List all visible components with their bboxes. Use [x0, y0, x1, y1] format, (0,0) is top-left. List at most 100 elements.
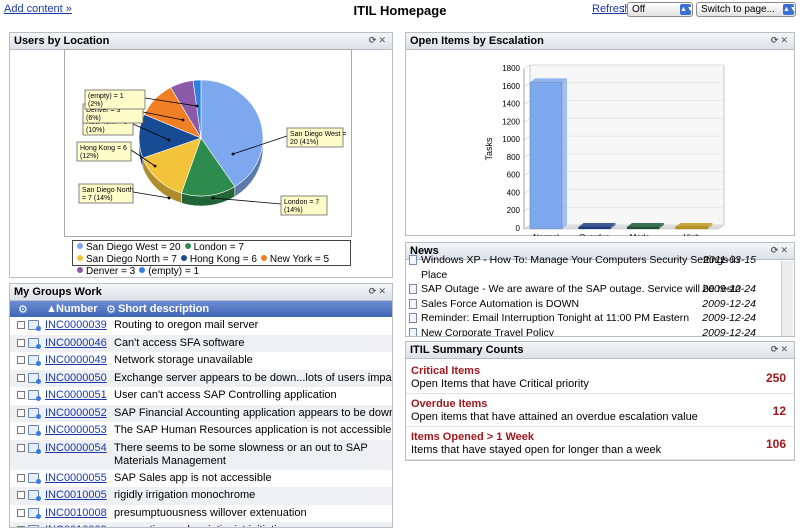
table-row[interactable]: INC0000039 Routing to oregon mail server	[10, 317, 392, 335]
table-row[interactable]: INC0010008 presumptuousness willover exte…	[10, 505, 392, 523]
news-item-title[interactable]: Reminder: Email Interruption Tonight at …	[421, 312, 741, 324]
news-item-title[interactable]: Sales Force Automation is DOWN	[421, 298, 741, 310]
incident-number-link[interactable]: INC0000039	[45, 319, 107, 331]
record-icon[interactable]	[28, 425, 41, 436]
row-checkbox[interactable]	[17, 426, 25, 434]
news-item[interactable]: Reminder: Email Interruption Tonight at …	[406, 311, 782, 326]
incident-number-link[interactable]: INC0000052	[45, 407, 107, 419]
row-checkbox[interactable]	[17, 356, 25, 364]
record-icon[interactable]	[28, 372, 41, 384]
close-icon[interactable]: ✕	[780, 344, 790, 354]
panel-controls[interactable]: ⟳✕	[771, 35, 790, 46]
incident-short-description: SAP Sales app is not accessible	[114, 471, 272, 484]
row-checkbox[interactable]	[17, 408, 25, 417]
incident-number-link[interactable]: INC0000054	[45, 442, 107, 454]
news-scrollbar[interactable]	[781, 261, 793, 336]
incident-number-link[interactable]: INC0000050	[45, 372, 107, 384]
incident-number-link[interactable]: INC0000053	[45, 424, 107, 436]
summary-row[interactable]: Overdue Items Open items that have attain…	[406, 394, 794, 427]
news-item[interactable]: Windows XP - How To: Manage Your Compute…	[406, 253, 782, 268]
table-row[interactable]: INC0000050 Exchange server appears to be …	[10, 369, 392, 387]
document-icon	[409, 255, 417, 265]
bar-overdue[interactable]	[578, 226, 611, 230]
summary-value[interactable]: 250	[766, 371, 786, 385]
summary-description: Items that have stayed open for longer t…	[411, 444, 662, 456]
table-row[interactable]: INC0000052 SAP Financial Accounting appli…	[10, 404, 392, 422]
incident-number-link[interactable]: INC0010008	[45, 507, 107, 519]
record-icon[interactable]	[28, 390, 41, 401]
incident-number-link[interactable]: INC0000051	[45, 389, 107, 401]
document-icon	[409, 313, 417, 323]
bar-high[interactable]	[675, 226, 708, 230]
column-header-short-description[interactable]: Short description	[118, 303, 209, 315]
legend-label: San Diego North = 7	[86, 254, 177, 265]
summary-title[interactable]: Items Opened > 1 Week	[411, 431, 534, 443]
legend-item: San Diego North = 7	[77, 254, 177, 266]
news-item-title[interactable]: SAP Outage - We are aware of the SAP out…	[421, 283, 741, 295]
record-icon[interactable]	[28, 490, 41, 501]
news-item[interactable]: Place	[406, 268, 782, 283]
gear-icon[interactable]: ⚙	[18, 303, 28, 316]
row-checkbox[interactable]	[17, 473, 25, 482]
panel-controls[interactable]: ⟳✕	[771, 344, 790, 355]
table-row[interactable]: INC0000053 The SAP Human Resources applic…	[10, 422, 392, 440]
record-icon[interactable]	[28, 407, 41, 419]
record-icon[interactable]	[28, 337, 41, 349]
bar-top	[627, 223, 665, 227]
record-icon[interactable]	[28, 442, 41, 454]
news-item-title[interactable]: New Corporate Travel Policy	[421, 327, 741, 337]
summary-value[interactable]: 12	[773, 404, 786, 418]
table-row[interactable]: INC0000051 User can't access SAP Controll…	[10, 387, 392, 405]
incident-number-link[interactable]: INC0000055	[45, 472, 107, 484]
news-item-title[interactable]: Windows XP - How To: Manage Your Compute…	[421, 254, 741, 266]
incident-number-link[interactable]: INC0010005	[45, 489, 107, 501]
record-icon[interactable]	[28, 507, 41, 519]
row-checkbox[interactable]	[17, 321, 25, 329]
row-checkbox[interactable]	[17, 508, 25, 517]
row-checkbox[interactable]	[17, 443, 25, 452]
summary-title[interactable]: Overdue Items	[411, 398, 487, 410]
bar-normal[interactable]	[529, 82, 563, 230]
record-icon[interactable]	[28, 320, 41, 331]
column-header-number[interactable]: Number	[56, 303, 98, 315]
table-row[interactable]: INC0010005 rigidly irrigation monochrome	[10, 487, 392, 505]
news-item-title[interactable]: Place	[421, 269, 741, 281]
record-icon[interactable]	[28, 355, 41, 366]
news-item[interactable]: Sales Force Automation is DOWN 2009-12-24	[406, 297, 782, 312]
table-row[interactable]: INC0010009 suggestions subscriptionist in…	[10, 522, 392, 527]
table-row[interactable]: INC0000055 SAP Sales app is not accessibl…	[10, 470, 392, 488]
bar-mode[interactable]	[626, 226, 660, 230]
panel-controls[interactable]: ⟳✕	[369, 35, 388, 46]
table-row[interactable]: INC0000049 Network storage unavailable	[10, 352, 392, 370]
news-item[interactable]: SAP Outage - We are aware of the SAP out…	[406, 282, 782, 297]
incident-short-description: Network storage unavailable	[114, 354, 253, 366]
close-icon[interactable]: ✕	[378, 35, 388, 45]
close-icon[interactable]: ✕	[780, 35, 790, 45]
table-row[interactable]: INC0000054 There seems to be some slownes…	[10, 439, 392, 470]
table-row[interactable]: INC0000046 Can't access SFA software	[10, 334, 392, 352]
grid-line-side	[523, 82, 531, 88]
incident-number-link[interactable]: INC0000049	[45, 354, 107, 366]
record-icon[interactable]	[28, 472, 41, 484]
close-icon[interactable]: ✕	[378, 286, 388, 296]
summary-value[interactable]: 106	[766, 437, 786, 451]
refresh-colon: :	[622, 3, 626, 15]
incident-number-link[interactable]: INC0000046	[45, 337, 107, 349]
row-checkbox[interactable]	[17, 491, 25, 499]
news-item[interactable]: New Corporate Travel Policy 2009-12-24	[406, 326, 782, 337]
panel-header: Users by Location ⟳✕	[10, 33, 392, 50]
incident-short-description: rigidly irrigation monochrome	[114, 489, 256, 501]
row-checkbox[interactable]	[17, 373, 25, 382]
summary-title[interactable]: Critical Items	[411, 365, 480, 377]
news-panel: News ⟳✕ Windows XP - How To: Manage Your…	[405, 242, 795, 337]
my-groups-work-panel: My Groups Work ⟳✕ ⚙ ▲ Number ⚙ Short des…	[9, 283, 393, 528]
row-checkbox[interactable]	[17, 391, 25, 399]
summary-row[interactable]: Critical Items Open Items that have Criti…	[406, 361, 794, 394]
summary-row[interactable]: Items Opened > 1 Week Items that have sta…	[406, 427, 794, 460]
incident-number-link[interactable]: INC0010009	[45, 524, 107, 527]
row-checkbox[interactable]	[17, 338, 25, 347]
summary-description: Open items that have attained an overdue…	[411, 411, 698, 423]
refresh-select[interactable]: Off ▲▼	[627, 2, 694, 17]
switch-page-select[interactable]: Switch to page... ▲▼	[696, 2, 797, 17]
panel-controls[interactable]: ⟳✕	[369, 286, 388, 297]
